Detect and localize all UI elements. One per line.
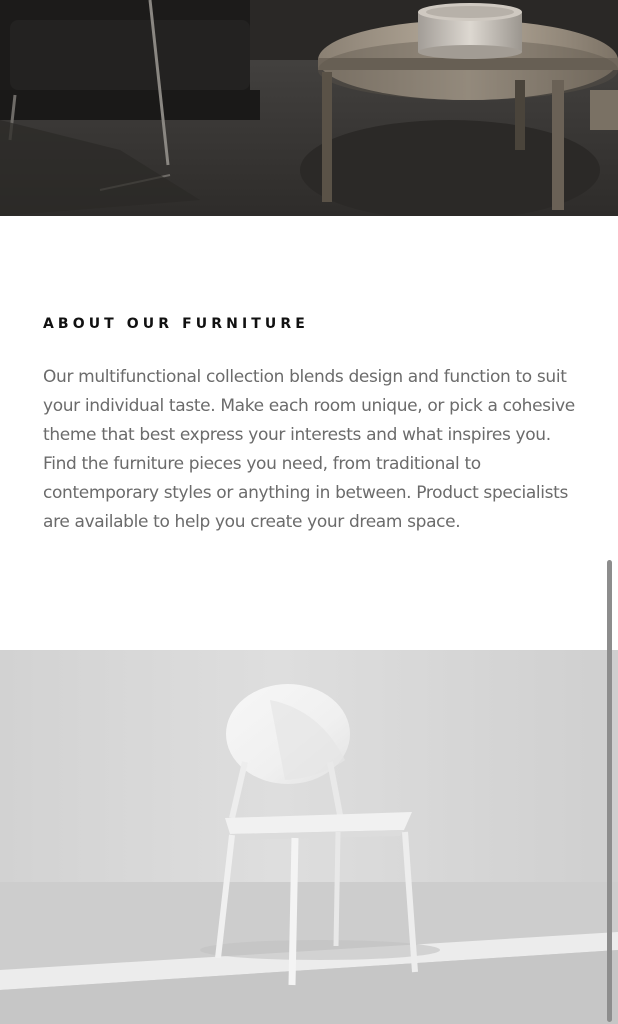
about-description: Our multifunctional collection blends de… — [43, 367, 575, 532]
hero-image-white-chair — [0, 650, 618, 1024]
about-heading: ABOUT OUR FURNITURE — [43, 316, 309, 332]
hero-image-lounge — [0, 0, 618, 216]
about-section: ABOUT OUR FURNITURE Our multifunctional … — [0, 216, 618, 650]
scrollbar-thumb[interactable] — [607, 560, 612, 1022]
lounge-photo — [0, 0, 618, 216]
white-chair-photo — [0, 650, 618, 1024]
